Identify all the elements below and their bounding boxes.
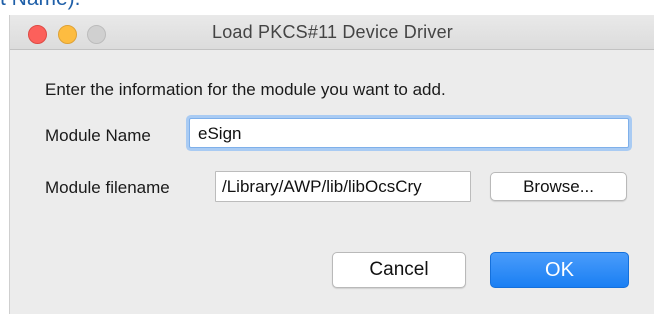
page: t Name). Load PKCS#11 Device Driver Ente…: [0, 0, 654, 314]
module-name-label: Module Name: [45, 126, 151, 145]
dialog-window: Load PKCS#11 Device Driver Enter the inf…: [9, 15, 654, 314]
intro-text: Enter the information for the module you…: [45, 80, 446, 99]
module-filename-label: Module filename: [45, 178, 170, 197]
ok-button[interactable]: OK: [490, 252, 629, 288]
browse-button[interactable]: Browse...: [490, 172, 627, 201]
titlebar: Load PKCS#11 Device Driver: [10, 15, 654, 50]
cancel-button[interactable]: Cancel: [332, 252, 466, 288]
background-text-fragment: t Name).: [0, 0, 81, 11]
module-filename-input[interactable]: /Library/AWP/lib/libOcsCry: [215, 171, 471, 202]
module-name-input[interactable]: eSign: [189, 118, 629, 148]
dialog-title: Load PKCS#11 Device Driver: [212, 22, 453, 42]
